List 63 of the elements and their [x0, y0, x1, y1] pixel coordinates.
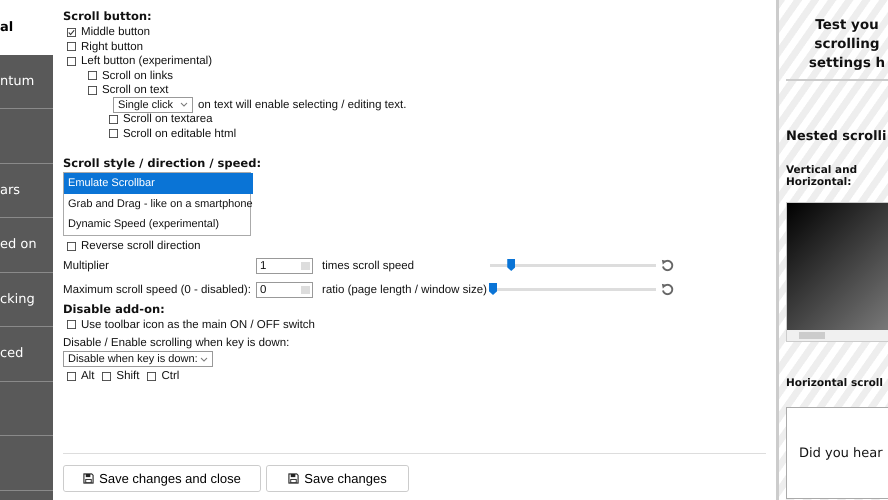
checkbox-label: Scroll on textarea	[123, 113, 212, 126]
setting-label: Multiplier	[63, 260, 110, 272]
setting-unit: ratio (page length / window size)	[321, 284, 488, 296]
section-heading: Scroll style / direction / speed:	[63, 156, 262, 170]
select-description: on text will enable selecting / editing text.	[198, 98, 406, 111]
panel-heading: Nested scrolli	[786, 129, 888, 144]
checkbox[interactable]	[67, 320, 76, 330]
checkbox-label: Reverse scroll direction	[81, 240, 201, 252]
checkbox[interactable]	[67, 372, 76, 381]
box-label: Vertical and Horizontal:	[786, 164, 858, 188]
checkbox[interactable]	[67, 242, 76, 251]
sidebar-item[interactable]: ntum	[0, 54, 53, 109]
test-title: Test you	[814, 16, 880, 35]
checkbox[interactable]	[88, 71, 97, 80]
sidebar-item[interactable]: cking	[0, 272, 53, 327]
gradient-box[interactable]	[786, 202, 888, 342]
reset-icon[interactable]	[660, 258, 675, 273]
checkbox[interactable]	[67, 28, 76, 37]
list-option[interactable]: Emulate Scrollbar	[64, 173, 253, 194]
checkbox[interactable]	[67, 42, 76, 52]
scroll-style-list[interactable]: Emulate Scrollbar Grab and Drag - like on a smartphone Dynamic Speed (experimental)	[63, 172, 251, 236]
checkbox-label: Left button (experimental)	[81, 55, 212, 68]
checkbox[interactable]	[102, 372, 112, 381]
checkbox-label: Use toolbar icon as the main ON / OFF switch	[81, 318, 315, 331]
checkbox[interactable]	[147, 372, 156, 381]
number-field[interactable]: 1	[256, 258, 313, 274]
sidebar-item[interactable]: ced	[0, 327, 53, 382]
horizontal-scrollbar[interactable]	[787, 330, 888, 341]
key-label: Disable / Enable scrolling when key is down:	[63, 337, 290, 349]
checkbox[interactable]	[88, 86, 97, 95]
sidebar-item[interactable]: ed on	[0, 218, 53, 272]
checkbox-label: Ctrl	[161, 370, 180, 382]
checkbox-label: Scroll on editable html	[123, 128, 236, 140]
sidebar-item[interactable]: ars	[0, 164, 53, 218]
checkbox-label: Middle button	[81, 26, 150, 38]
checkbox-label: Scroll on text	[102, 84, 168, 96]
checkbox-label: Shift	[116, 370, 140, 382]
number-field[interactable]: 0	[256, 282, 313, 298]
checkbox-label: Scroll on links	[102, 70, 173, 82]
checkbox[interactable]	[109, 114, 118, 124]
reset-icon[interactable]	[660, 282, 675, 297]
checkbox-label: Alt	[81, 370, 94, 382]
key-mode-dropdown[interactable]: Disable when key is down:	[63, 351, 213, 367]
setting-label: Maximum scroll speed (0 - disabled):	[63, 284, 252, 296]
test-title: scrolling	[813, 35, 881, 54]
click-mode-dropdown[interactable]: Single click	[113, 96, 193, 113]
checkbox[interactable]	[109, 129, 118, 138]
save-button[interactable]: Save changes	[266, 464, 409, 492]
list-option[interactable]: Dynamic Speed (experimental)	[64, 214, 253, 234]
caret-icon	[200, 356, 208, 362]
caret-icon	[180, 102, 188, 108]
save-button[interactable]: Save changes and close	[63, 464, 261, 492]
box-label: Horizontal scroll	[786, 377, 884, 389]
section-heading: Disable add-on:	[63, 302, 166, 316]
list-option[interactable]: Grab and Drag - like on a smartphone	[64, 194, 253, 214]
checkbox[interactable]	[67, 56, 76, 66]
sample-text: Did you hear	[799, 446, 883, 460]
sidebar-item[interactable]: al	[0, 0, 53, 54]
section-heading: Scroll button:	[63, 9, 153, 23]
setting-unit: times scroll speed	[321, 260, 416, 272]
test-title: settings h	[808, 54, 886, 73]
scroll-test-box[interactable]: Did you hear	[786, 407, 888, 499]
checkbox-label: Right button	[81, 40, 144, 53]
